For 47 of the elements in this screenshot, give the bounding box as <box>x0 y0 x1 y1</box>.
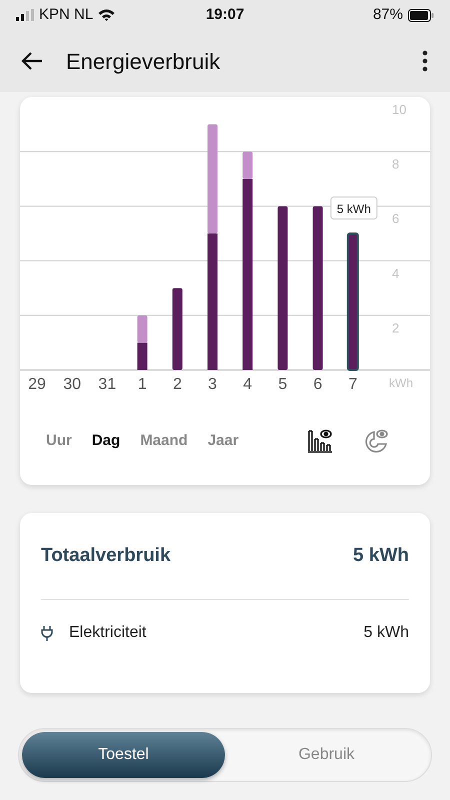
x-tick-label: 2 <box>172 376 182 393</box>
x-tick-label: 4 <box>243 376 252 393</box>
y-tick-label: 2 <box>392 320 400 336</box>
plug-icon <box>41 625 53 641</box>
bar-chart-eye-icon <box>306 427 334 455</box>
battery-icon <box>408 8 434 22</box>
bar[interactable] <box>346 232 359 371</box>
x-tick-label: 31 <box>98 376 116 393</box>
x-tick-label: 30 <box>63 376 81 393</box>
segment-tab[interactable]: Toestel <box>22 732 225 778</box>
period-tab[interactable]: Maand <box>140 430 188 452</box>
x-tick-label: 6 <box>313 376 322 393</box>
x-tick-label: 7 <box>348 376 358 393</box>
more-options-button[interactable] <box>420 50 430 72</box>
bar[interactable] <box>172 288 182 370</box>
x-tick-label: 1 <box>138 376 147 393</box>
period-tab[interactable]: Dag <box>92 430 120 452</box>
category-value: 5 kWh <box>364 623 409 643</box>
segment-tab[interactable]: Gebruik <box>225 732 428 778</box>
back-button[interactable] <box>20 51 44 71</box>
signal-icon <box>16 9 34 21</box>
bar[interactable] <box>278 206 288 370</box>
y-tick-label: 6 <box>392 211 400 226</box>
bar[interactable] <box>312 206 323 370</box>
bar[interactable] <box>242 178 253 370</box>
y-tick-label: 4 <box>392 266 400 281</box>
y-tick-label: 10 <box>392 102 406 117</box>
x-tick-label: 29 <box>28 376 46 393</box>
y-tick-label: 8 <box>392 156 400 172</box>
wifi-icon <box>98 9 116 21</box>
period-tab[interactable]: Jaar <box>208 430 239 452</box>
category-label: Elektriciteit <box>69 623 148 643</box>
bar[interactable] <box>137 342 148 370</box>
x-tick-label: 3 <box>208 376 217 393</box>
page-title: Energieverbruik <box>66 48 222 76</box>
back-arrow-icon <box>20 51 44 71</box>
total-value: 5 kWh <box>353 544 409 568</box>
clock-time: 19:07 <box>204 4 246 25</box>
more-vertical-icon <box>422 50 428 72</box>
axis-unit-label: kWh <box>389 376 413 390</box>
value-tooltip: 5 kWh <box>330 196 378 220</box>
x-tick-label: 5 <box>278 376 288 393</box>
period-tab[interactable]: Uur <box>46 430 72 452</box>
total-label: Totaalverbruik <box>41 544 171 568</box>
annotation: 5 kWh <box>336 202 371 216</box>
carrier-name: KPN NL <box>39 4 94 25</box>
battery-percentage: 87% <box>372 4 403 25</box>
